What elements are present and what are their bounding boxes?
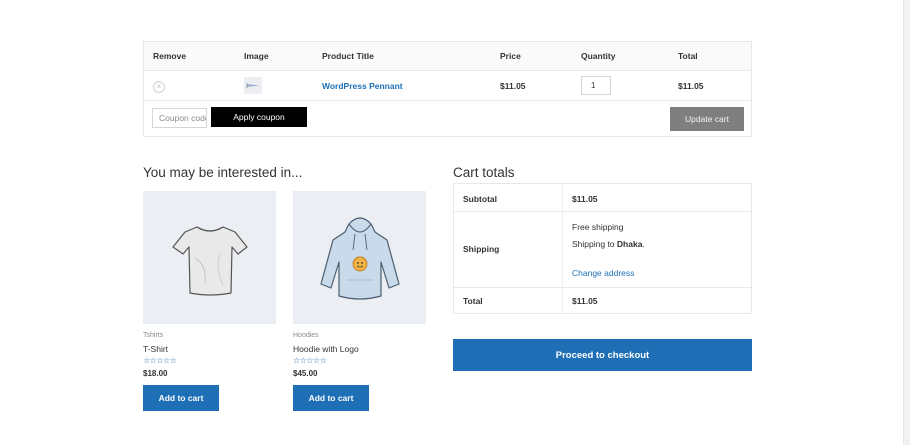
- item-total: $11.05: [678, 81, 704, 91]
- subtotal-row: Subtotal $11.05: [454, 184, 751, 212]
- tshirt-icon: [171, 225, 248, 296]
- column-divider: [562, 212, 563, 287]
- shipping-destination: Shipping to Dhaka.: [572, 239, 645, 249]
- cross-sells-title: You may be interested in...: [143, 165, 303, 180]
- cart-table: Remove Image Product Title Price Quantit…: [143, 41, 752, 137]
- cart-totals-table: Subtotal $11.05 Shipping Free shipping S…: [453, 183, 752, 314]
- remove-item-button[interactable]: ×: [153, 81, 165, 93]
- hoodie-icon: [319, 216, 400, 300]
- shipping-method: Free shipping: [572, 222, 624, 232]
- coupon-code-input[interactable]: [152, 108, 207, 128]
- apply-coupon-button[interactable]: Apply coupon: [211, 107, 307, 127]
- pennant-icon: [246, 83, 259, 88]
- header-quantity: Quantity: [581, 51, 616, 61]
- shipping-row: Shipping Free shipping Shipping to Dhaka…: [454, 212, 751, 288]
- product-title-link[interactable]: WordPress Pennant: [322, 71, 403, 101]
- cart-totals-title: Cart totals: [453, 165, 515, 180]
- header-total: Total: [678, 51, 698, 61]
- proceed-to-checkout-button[interactable]: Proceed to checkout: [453, 339, 752, 371]
- shipping-place: Dhaka: [616, 239, 643, 249]
- total-row: Total $11.05: [454, 288, 751, 314]
- total-label: Total: [463, 296, 483, 306]
- cart-page: Remove Image Product Title Price Quantit…: [0, 0, 904, 445]
- star-rating: ☆☆☆☆☆: [293, 356, 327, 365]
- product-category: Hoodies: [293, 332, 319, 339]
- product-card-hoodie: Hoodies Hoodie with Logo ☆☆☆☆☆ $45.00 Ad…: [293, 191, 426, 411]
- product-category: Tshirts: [143, 332, 164, 339]
- shipping-to-suffix: .: [642, 239, 645, 249]
- subtotal-value: $11.05: [572, 194, 598, 204]
- column-divider: [562, 288, 563, 314]
- change-address-wrapper: Change address: [572, 268, 634, 278]
- header-product-title: Product Title: [322, 51, 374, 61]
- star-rating: ☆☆☆☆☆: [143, 356, 177, 365]
- shipping-to-prefix: Shipping to: [572, 239, 617, 249]
- product-name[interactable]: T-Shirt: [143, 344, 168, 354]
- cart-table-header: Remove Image Product Title Price Quantit…: [144, 42, 751, 71]
- subtotal-label: Subtotal: [463, 194, 497, 204]
- header-image: Image: [244, 51, 269, 61]
- update-cart-button[interactable]: Update cart: [670, 107, 744, 131]
- item-price: $11.05: [500, 81, 526, 91]
- shipping-label: Shipping: [463, 244, 500, 254]
- product-name[interactable]: Hoodie with Logo: [293, 344, 359, 354]
- header-remove: Remove: [153, 51, 187, 61]
- product-image[interactable]: [143, 191, 276, 324]
- product-image[interactable]: [293, 191, 426, 324]
- quantity-input[interactable]: [581, 76, 611, 95]
- total-value: $11.05: [572, 296, 598, 306]
- column-divider: [562, 184, 563, 211]
- product-thumbnail[interactable]: [244, 77, 262, 94]
- product-price: $45.00: [293, 369, 318, 378]
- add-to-cart-button[interactable]: Add to cart: [293, 385, 369, 411]
- header-price: Price: [500, 51, 521, 61]
- change-address-link[interactable]: Change address: [572, 268, 634, 278]
- product-card-tshirt: Tshirts T-Shirt ☆☆☆☆☆ $18.00 Add to cart: [143, 191, 276, 411]
- add-to-cart-button[interactable]: Add to cart: [143, 385, 219, 411]
- product-price: $18.00: [143, 369, 168, 378]
- table-row: × WordPress Pennant $11.05 $11.05: [144, 71, 751, 101]
